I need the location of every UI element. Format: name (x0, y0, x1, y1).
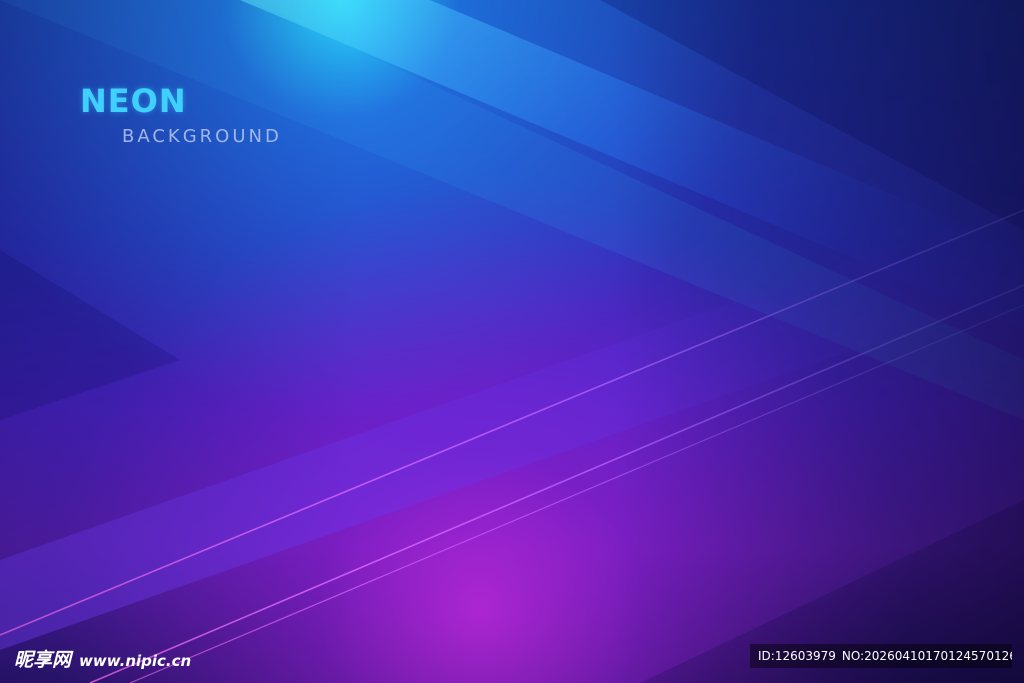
neon-background-canvas: NEON BACKGROUND 昵享网 www.nipic.cn ID:1260… (0, 0, 1024, 683)
image-id-text: ID:12603979 (758, 649, 836, 663)
image-no-text: NO:20260410170124570126 (841, 649, 1012, 663)
left-shadow-wedge (0, 250, 180, 420)
title-neon: NEON (80, 82, 187, 120)
image-id-bar: ID:12603979 NO:20260410170124570126 (750, 644, 1012, 668)
subtitle-background: BACKGROUND (122, 126, 282, 147)
neon-line-1 (0, 209, 1024, 636)
watermark-url: www.nipic.cn (79, 652, 192, 670)
watermark: 昵享网 www.nipic.cn (14, 645, 191, 672)
watermark-brand: 昵享网 (14, 649, 72, 671)
